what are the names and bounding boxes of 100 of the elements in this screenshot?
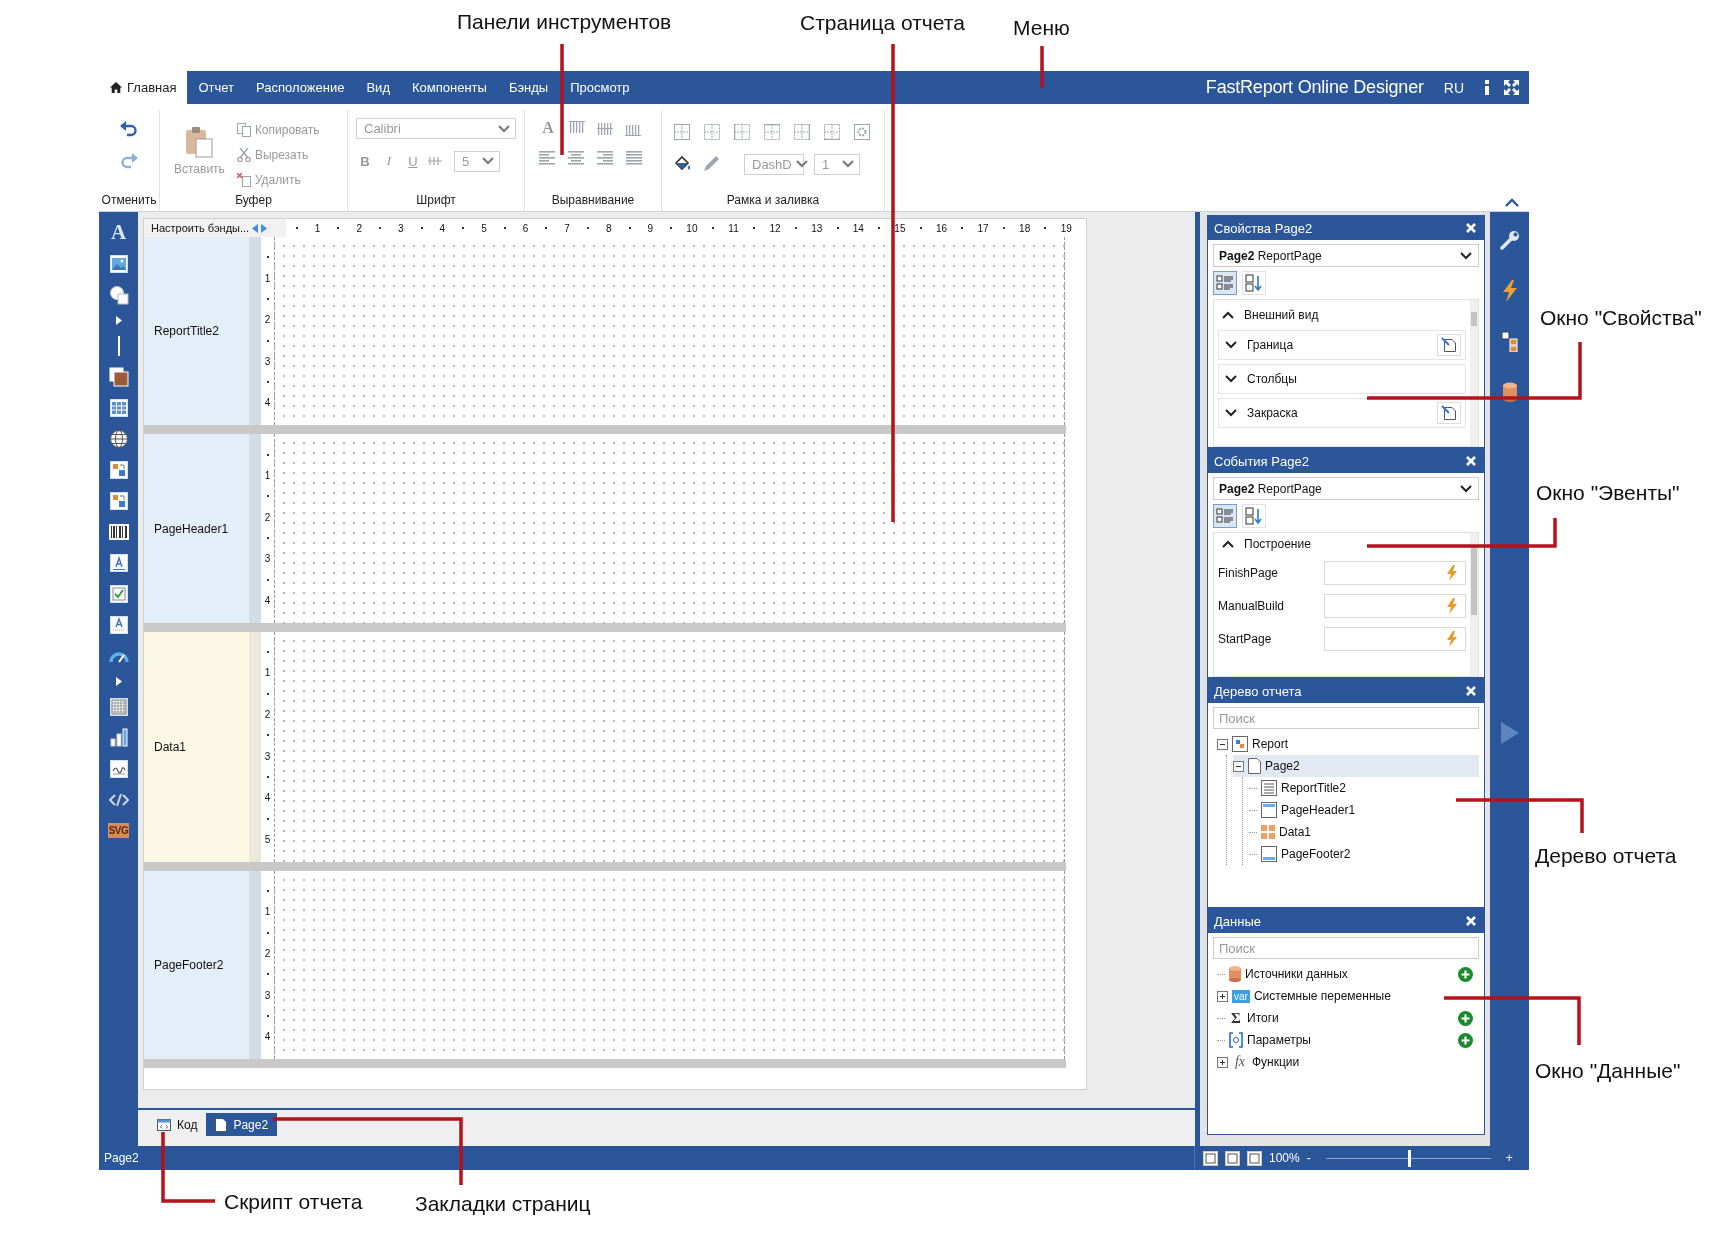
tree-icon[interactable] (1501, 332, 1518, 352)
menu-tab[interactable]: Компоненты (401, 71, 498, 104)
table-tool-icon[interactable] (109, 398, 128, 417)
menu-tab[interactable]: Расположение (245, 71, 356, 104)
chevron-down-icon (1460, 484, 1472, 493)
html-tool-icon[interactable] (108, 792, 129, 807)
page-tab[interactable]: Код (148, 1113, 207, 1136)
fit-width-icon[interactable] (1203, 1150, 1218, 1166)
event-category[interactable]: Построение (1218, 533, 1466, 555)
barcode-icon[interactable] (108, 523, 129, 540)
property-category[interactable]: Закраска (1218, 398, 1466, 428)
menu-tab[interactable]: Главная (99, 71, 188, 104)
cross-view-tool-icon[interactable] (109, 491, 128, 510)
close-icon[interactable] (1466, 916, 1476, 926)
collapse-icon[interactable] (1233, 760, 1244, 772)
fullscreen-icon[interactable] (1504, 80, 1519, 95)
svg-tool[interactable]: SVG (107, 823, 130, 838)
editor-button[interactable] (1437, 334, 1461, 356)
lightning-icon[interactable] (1502, 280, 1517, 302)
database-icon[interactable] (1502, 382, 1517, 402)
close-icon[interactable] (1466, 456, 1476, 466)
tree-item[interactable]: PageFooter2 (1249, 843, 1479, 865)
event-field[interactable] (1324, 593, 1466, 618)
ruler-number: 12 (769, 222, 781, 234)
edit-icon (1441, 337, 1457, 353)
expand-arrow-icon[interactable] (115, 676, 122, 686)
rich-text-tool-icon[interactable] (109, 553, 128, 572)
text-tool[interactable]: A (110, 220, 127, 245)
band-label[interactable]: PageFooter2 (144, 870, 261, 1060)
signature-tool-icon[interactable] (109, 759, 128, 778)
scrollbar[interactable] (1470, 300, 1478, 446)
wrench-icon[interactable] (1499, 230, 1520, 250)
tree-item[interactable]: Page2 (1233, 755, 1479, 777)
property-category[interactable]: Внешний вид (1218, 304, 1466, 326)
matrix-tool-icon[interactable] (109, 460, 128, 479)
view-toggle-button[interactable] (1213, 271, 1237, 295)
picture-tool-icon[interactable] (109, 254, 128, 273)
expand-arrow-icon[interactable] (115, 315, 122, 325)
page-tab[interactable]: Page2 (206, 1113, 278, 1136)
language-button[interactable]: RU (1437, 79, 1470, 96)
data-item[interactable]: Параметры (1217, 1029, 1479, 1051)
slider-thumb[interactable] (1408, 1149, 1412, 1167)
add-icon[interactable] (1458, 1010, 1473, 1026)
fit-page-icon[interactable] (1225, 1150, 1240, 1166)
menu-tab[interactable]: Отчет (187, 71, 246, 104)
close-icon[interactable] (1466, 686, 1476, 696)
fill-bucket-icon[interactable] (674, 155, 692, 173)
add-icon[interactable] (1458, 1032, 1473, 1048)
tree-item[interactable]: ReportTitle2 (1249, 777, 1479, 799)
info-icon[interactable] (1484, 80, 1490, 95)
ruler-tick (794, 227, 797, 229)
checkbox-tool-icon[interactable] (109, 584, 128, 603)
tree-item[interactable]: Data1 (1249, 821, 1479, 843)
zoom-in-button[interactable]: + (1505, 1151, 1513, 1165)
data-item[interactable]: Σ Итоги (1217, 1007, 1479, 1029)
event-field[interactable] (1324, 626, 1466, 651)
shapes-tool-icon[interactable] (108, 284, 129, 305)
leader-line (1040, 46, 1044, 88)
subreport-tool-icon[interactable] (108, 366, 129, 387)
actual-size-icon[interactable] (1247, 1150, 1262, 1166)
callout-label: Окно "Свойства" (1540, 306, 1702, 330)
expand-icon[interactable] (1217, 990, 1228, 1002)
arrow-right-icon[interactable] (261, 223, 268, 233)
close-icon[interactable] (1466, 223, 1476, 233)
event-field[interactable] (1324, 560, 1466, 585)
add-icon[interactable] (1458, 966, 1473, 982)
tree-item[interactable]: Report (1217, 733, 1479, 755)
globe-icon[interactable] (108, 428, 129, 449)
band-label[interactable]: Data1 (144, 631, 261, 862)
chevron-down-icon (795, 160, 808, 168)
grid-tool-icon[interactable] (109, 697, 128, 716)
text-in-box-tool-icon[interactable] (109, 615, 128, 634)
collapse-icon[interactable] (1217, 738, 1228, 750)
menu-tab[interactable]: Бэнды (497, 71, 560, 104)
data-item[interactable]: Источники данных (1217, 963, 1479, 985)
collapse-ribbon-icon[interactable] (1505, 198, 1519, 207)
property-category[interactable]: Столбцы (1218, 364, 1466, 394)
object-dropdown[interactable]: Page2 ReportPage (1213, 477, 1479, 500)
search-field[interactable]: Поиск (1213, 937, 1479, 959)
data-item[interactable]: fx Функции (1217, 1051, 1479, 1073)
data-icon: Σ (1229, 1009, 1243, 1027)
band-label[interactable]: PageHeader1 (144, 434, 261, 623)
menu-tab[interactable]: Просмотр (559, 71, 641, 104)
object-dropdown[interactable]: Page2 ReportPage (1213, 244, 1479, 267)
chart-tool-icon[interactable] (108, 727, 129, 748)
view-toggle-button[interactable] (1213, 504, 1237, 528)
zoom-out-button[interactable]: - (1306, 1151, 1311, 1165)
lightning-icon (1447, 564, 1457, 581)
tree-item[interactable]: PageHeader1 (1249, 799, 1479, 821)
data-item[interactable]: var Системные переменные (1217, 985, 1479, 1007)
ruler-number: 1 (264, 272, 271, 284)
property-category[interactable]: Граница (1218, 330, 1466, 360)
search-field[interactable]: Поиск (1213, 707, 1479, 729)
band-label[interactable]: ReportTitle2 (144, 237, 261, 426)
scrollbar[interactable] (1470, 533, 1478, 676)
menu-tab[interactable]: Вид (355, 71, 401, 104)
editor-button[interactable] (1437, 402, 1461, 424)
expand-icon[interactable] (1217, 1056, 1228, 1068)
ruler-number: 4 (264, 1031, 271, 1043)
arrow-left-icon[interactable] (252, 223, 259, 233)
